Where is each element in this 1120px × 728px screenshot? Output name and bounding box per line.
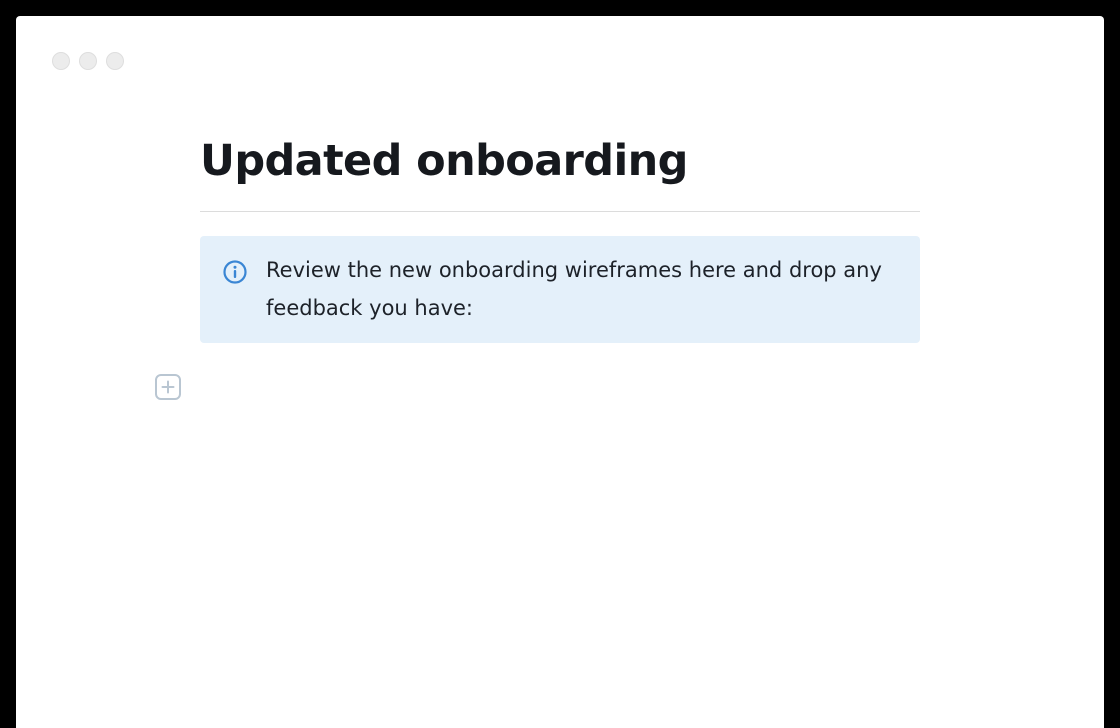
title-divider — [200, 211, 920, 212]
document-body: Updated onboarding Review the new onboar… — [200, 128, 920, 343]
app-window: Updated onboarding Review the new onboar… — [16, 16, 1104, 728]
plus-square-icon — [154, 374, 182, 405]
window-close-button[interactable] — [52, 52, 70, 70]
page-title[interactable]: Updated onboarding — [200, 128, 920, 194]
info-callout[interactable]: Review the new onboarding wireframes her… — [200, 236, 920, 343]
info-icon — [222, 259, 248, 285]
window-minimize-button[interactable] — [79, 52, 97, 70]
callout-text[interactable]: Review the new onboarding wireframes her… — [266, 251, 898, 327]
add-block-button[interactable] — [154, 373, 182, 401]
window-zoom-button[interactable] — [106, 52, 124, 70]
window-controls — [52, 52, 124, 70]
